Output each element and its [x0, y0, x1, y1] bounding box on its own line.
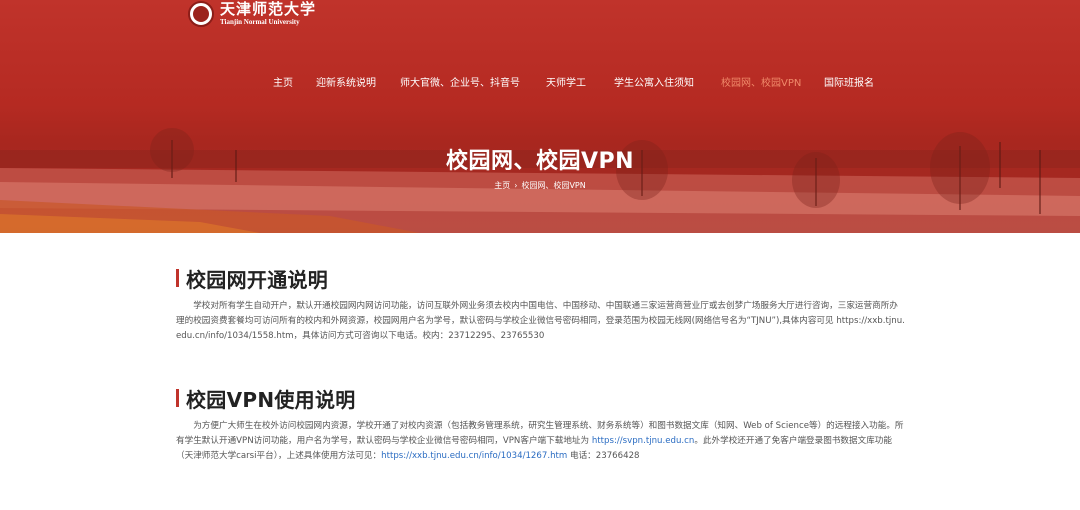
nav-item-campus-network[interactable]: 校园网、校园VPN [721, 74, 801, 89]
campus-road-background [0, 128, 1080, 233]
breadcrumb-separator: › [514, 181, 518, 190]
section-accent-bar [176, 269, 179, 287]
nav-item-official-accounts[interactable]: 师大官微、企业号、抖音号 [400, 74, 520, 89]
nav-item-international-class[interactable]: 国际班报名 [824, 74, 874, 89]
nav-item-dorm-notice[interactable]: 学生公寓入住须知 [614, 74, 694, 89]
page-title: 校园网、校园VPN [445, 149, 635, 174]
logo-chinese-name: 天津师范大学 [220, 0, 317, 18]
section-accent-bar [176, 389, 179, 407]
vpn-guide-link[interactable]: https://xxb.tjnu.edu.cn/info/1034/1267.h… [381, 451, 567, 461]
main-nav: 主页 迎新系统说明 师大官微、企业号、抖音号 天师学工 学生公寓入住须知 校园网… [0, 74, 1080, 89]
section-campus-vpn: 校园VPN使用说明 为方便广大师生在校外访问校园网内资源，学校开通了对校内资源（… [176, 385, 906, 464]
breadcrumb: 主页 › 校园网、校园VPN [0, 180, 1080, 191]
university-logo[interactable]: 天津师范大学 Tianjin Normal University [188, 0, 316, 28]
section-body: 为方便广大师生在校外访问校园网内资源，学校开通了对校内资源（包括教务管理系统，研… [176, 419, 906, 464]
section-body: 学校对所有学生自动开户，默认开通校园网内网访问功能，访问互联外网业务须去校内中国… [176, 301, 905, 341]
section-title: 校园网开通说明 [186, 267, 329, 292]
university-seal-icon [188, 1, 214, 27]
vpn-text-part-3: 电话：23766428 [567, 451, 640, 461]
hero-banner: 天津师范大学 Tianjin Normal University 主页 迎新系统… [0, 0, 1080, 233]
breadcrumb-home-link[interactable]: 主页 [494, 181, 510, 190]
logo-english-name: Tianjin Normal University [220, 18, 300, 26]
nav-item-enrollment-system[interactable]: 迎新系统说明 [316, 74, 376, 89]
nav-item-student-affairs[interactable]: 天师学工 [546, 74, 586, 89]
main-content: 校园网开通说明 学校对所有学生自动开户，默认开通校园网内网访问功能，访问互联外网… [0, 233, 1080, 510]
breadcrumb-current: 校园网、校园VPN [521, 181, 586, 190]
nav-item-home[interactable]: 主页 [273, 74, 293, 89]
section-title: 校园VPN使用说明 [186, 387, 356, 412]
vpn-client-download-link[interactable]: https://svpn.tjnu.edu.cn [592, 436, 694, 446]
section-campus-network: 校园网开通说明 学校对所有学生自动开户，默认开通校园网内网访问功能，访问互联外网… [176, 265, 906, 344]
